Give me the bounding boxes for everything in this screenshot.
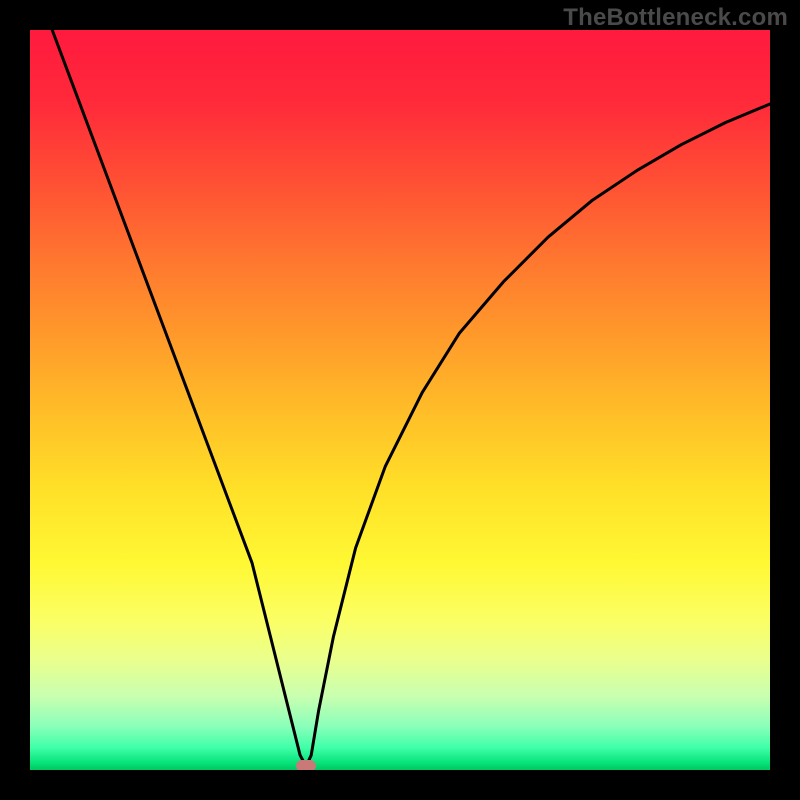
- plot-area: [30, 30, 770, 770]
- curve-svg: [30, 30, 770, 770]
- min-marker: [296, 760, 316, 770]
- attribution-text: TheBottleneck.com: [563, 4, 788, 32]
- bottleneck-curve: [30, 30, 770, 766]
- chart-frame: TheBottleneck.com: [0, 0, 800, 800]
